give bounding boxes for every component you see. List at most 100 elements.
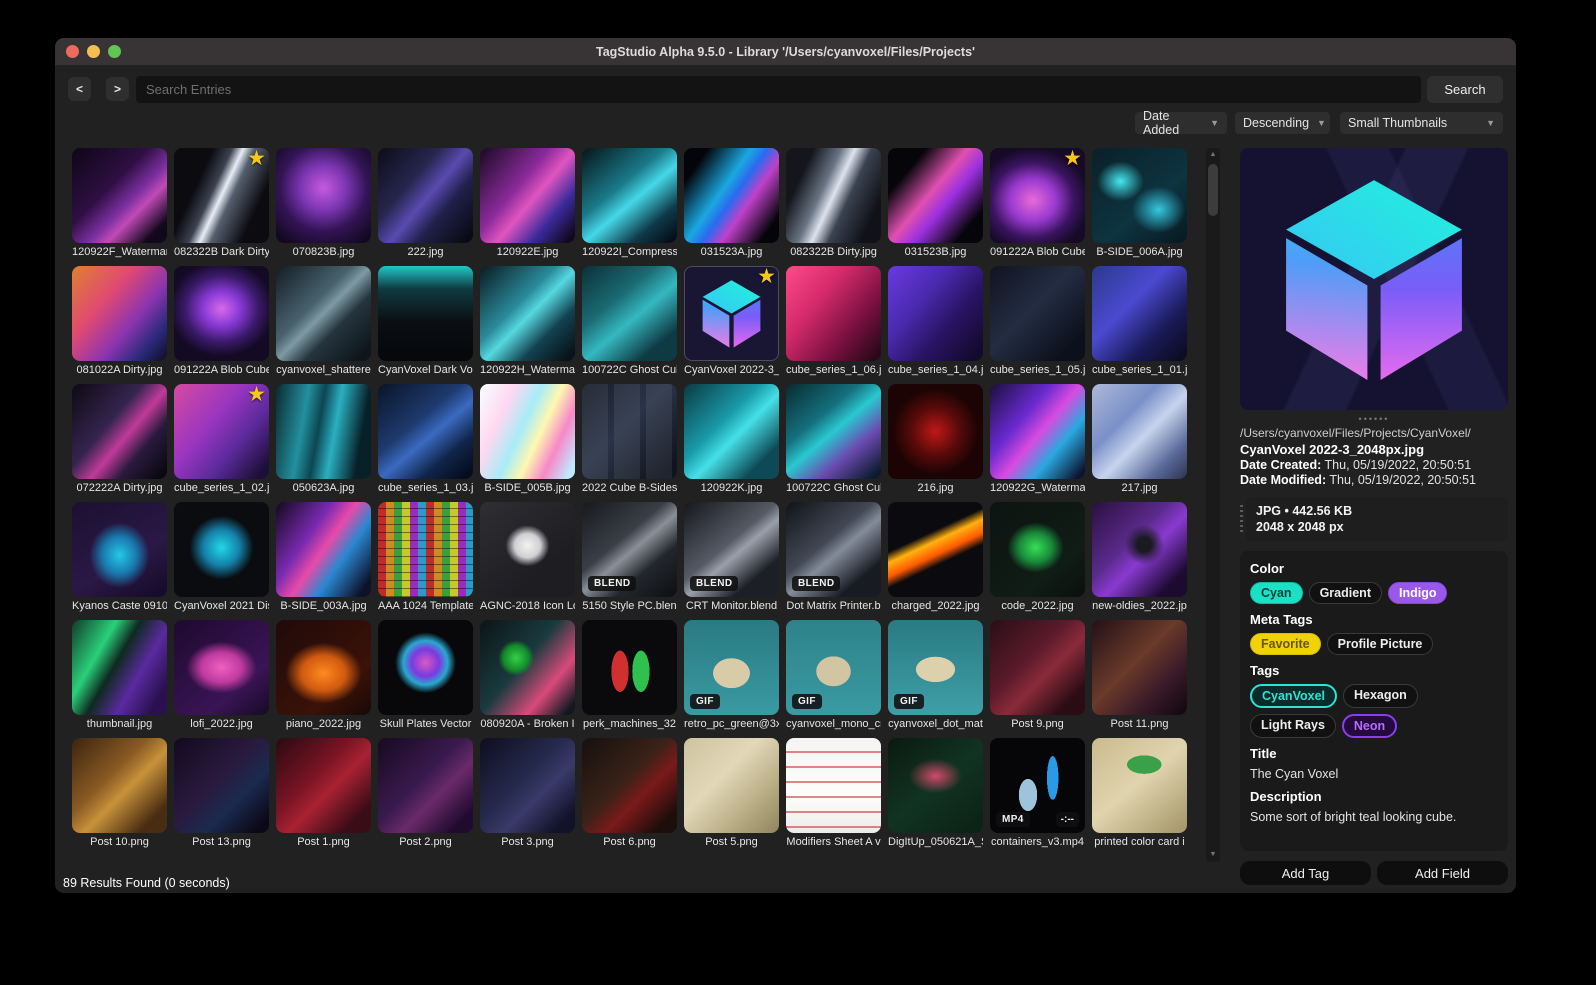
thumbnail-image[interactable] [1092, 620, 1187, 715]
sort-field-dropdown[interactable]: Date Added ▼ [1135, 109, 1227, 137]
thumbnail-image[interactable]: GIF [684, 620, 779, 715]
thumbnail-image[interactable] [378, 384, 473, 479]
grid-item[interactable]: perk_machines_32 [582, 620, 677, 731]
grid-item[interactable]: B-SIDE_006A.jpg [1092, 148, 1187, 259]
thumbnail-image[interactable] [174, 738, 269, 833]
grid-item[interactable]: Post 1.png [276, 738, 371, 849]
thumbnail-image[interactable] [1092, 502, 1187, 597]
grid-item[interactable]: GIF cyanvoxel_dot_mat [888, 620, 983, 731]
grid-item[interactable]: code_2022.jpg [990, 502, 1085, 613]
grid-item[interactable]: 2022 Cube B-Sides [582, 384, 677, 495]
grid-item[interactable]: AGNC-2018 Icon Lo [480, 502, 575, 613]
grid-item[interactable]: cube_series_1_03.j [378, 384, 473, 495]
scrollbar-thumb[interactable] [1208, 164, 1218, 216]
thumbnail-image[interactable] [72, 620, 167, 715]
grid-item[interactable]: ★ CyanVoxel 2022-3_ [684, 266, 779, 377]
grid-item[interactable]: 050623A.jpg [276, 384, 371, 495]
add-tag-button[interactable]: Add Tag [1240, 861, 1371, 885]
panel-resize-handle[interactable]: •••••• [1240, 414, 1508, 424]
sort-order-dropdown[interactable]: Descending ▼ [1235, 112, 1330, 134]
thumbnail-image[interactable] [480, 148, 575, 243]
grid-item[interactable]: Post 5.png [684, 738, 779, 849]
thumbnail-image[interactable] [480, 620, 575, 715]
preview-image[interactable] [1240, 148, 1508, 410]
grid-item[interactable]: piano_2022.jpg [276, 620, 371, 731]
grid-item[interactable]: 120922H_Watermar [480, 266, 575, 377]
thumbnail-image[interactable] [786, 266, 881, 361]
grid-item[interactable]: 080920A - Broken I [480, 620, 575, 731]
grid-item[interactable]: 120922I_Compress [582, 148, 677, 259]
thumbnail-image[interactable] [582, 738, 677, 833]
grid-item[interactable]: CyanVoxel Dark Vox [378, 266, 473, 377]
thumbnail-image[interactable] [1092, 738, 1187, 833]
grid-item[interactable]: 100722C Ghost Cub [582, 266, 677, 377]
thumbnail-image[interactable]: GIF [786, 620, 881, 715]
thumbnail-image[interactable] [174, 620, 269, 715]
thumbnail-size-dropdown[interactable]: Small Thumbnails ▼ [1340, 112, 1503, 134]
thumbnail-image[interactable]: ★ [174, 384, 269, 479]
thumbnail-image[interactable] [684, 148, 779, 243]
thumbnail-image[interactable] [276, 620, 371, 715]
thumbnail-image[interactable]: ★ [684, 266, 779, 361]
thumbnail-image[interactable]: GIF [888, 620, 983, 715]
grid-item[interactable]: 091222A Blob Cube [174, 266, 269, 377]
grid-scrollbar[interactable]: ▲ ▼ [1206, 148, 1220, 862]
thumbnail-image[interactable] [582, 266, 677, 361]
thumbnail-image[interactable] [378, 738, 473, 833]
grid-item[interactable]: 120922G_Watermar [990, 384, 1085, 495]
grid-item[interactable]: cyanvoxel_shattere [276, 266, 371, 377]
close-window-button[interactable] [66, 45, 79, 58]
search-input[interactable] [136, 76, 1421, 103]
grid-item[interactable]: cube_series_1_06.j [786, 266, 881, 377]
tag-chip[interactable]: Light Rays [1250, 714, 1336, 738]
zoom-window-button[interactable] [108, 45, 121, 58]
thumbnail-image[interactable] [888, 266, 983, 361]
thumbnail-image[interactable] [72, 502, 167, 597]
thumbnail-image[interactable] [582, 620, 677, 715]
tag-chip[interactable]: CyanVoxel [1250, 684, 1337, 708]
tag-chip[interactable]: Indigo [1387, 582, 1448, 604]
grid-item[interactable]: Post 6.png [582, 738, 677, 849]
thumbnail-image[interactable] [990, 620, 1085, 715]
grid-item[interactable]: GIF cyanvoxel_mono_cr [786, 620, 881, 731]
grid-item[interactable]: 082322B Dirty.jpg [786, 148, 881, 259]
thumbnail-image[interactable] [1092, 384, 1187, 479]
thumbnail-image[interactable]: BLEND [786, 502, 881, 597]
thumbnail-image[interactable] [1092, 148, 1187, 243]
grid-item[interactable]: 072222A Dirty.jpg [72, 384, 167, 495]
grid-item[interactable]: ★ 082322B Dark Dirty [174, 148, 269, 259]
grid-item[interactable]: AAA 1024 Template [378, 502, 473, 613]
thumbnail-image[interactable] [378, 620, 473, 715]
thumbnail-image[interactable] [276, 502, 371, 597]
back-button[interactable]: < [68, 77, 91, 101]
thumbnail-image[interactable] [582, 384, 677, 479]
grid-item[interactable]: 217.jpg [1092, 384, 1187, 495]
thumbnail-image[interactable]: BLEND [684, 502, 779, 597]
thumbnail-image[interactable] [276, 266, 371, 361]
thumbnail-image[interactable] [378, 148, 473, 243]
thumbnail-image[interactable] [888, 738, 983, 833]
grid-item[interactable]: printed color card i [1092, 738, 1187, 849]
tag-chip[interactable]: Favorite [1250, 633, 1321, 655]
grid-item[interactable]: BLEND Dot Matrix Printer.b [786, 502, 881, 613]
grid-item[interactable]: Post 10.png [72, 738, 167, 849]
thumbnail-image[interactable] [276, 148, 371, 243]
tag-chip[interactable]: Neon [1341, 714, 1398, 738]
grid-item[interactable]: lofi_2022.jpg [174, 620, 269, 731]
grid-item[interactable]: 216.jpg [888, 384, 983, 495]
thumbnail-image[interactable]: ★ [990, 148, 1085, 243]
search-button[interactable]: Search [1427, 76, 1503, 103]
grid-item[interactable]: 120922E.jpg [480, 148, 575, 259]
thumbnail-image[interactable] [480, 502, 575, 597]
thumbnail-image[interactable] [786, 738, 881, 833]
thumbnail-image[interactable] [276, 738, 371, 833]
thumbnail-image[interactable] [72, 148, 167, 243]
grid-item[interactable]: 120922K.jpg [684, 384, 779, 495]
thumbnail-image[interactable]: MP4 -:-- [990, 738, 1085, 833]
grid-item[interactable]: Post 11.png [1092, 620, 1187, 731]
grid-item[interactable]: B-SIDE_005B.jpg [480, 384, 575, 495]
scroll-down-arrow-icon[interactable]: ▼ [1206, 848, 1220, 862]
thumbnail-image[interactable] [582, 148, 677, 243]
grid-item[interactable]: Kyanos Caste 0910 [72, 502, 167, 613]
grid-item[interactable]: cube_series_1_04.j [888, 266, 983, 377]
